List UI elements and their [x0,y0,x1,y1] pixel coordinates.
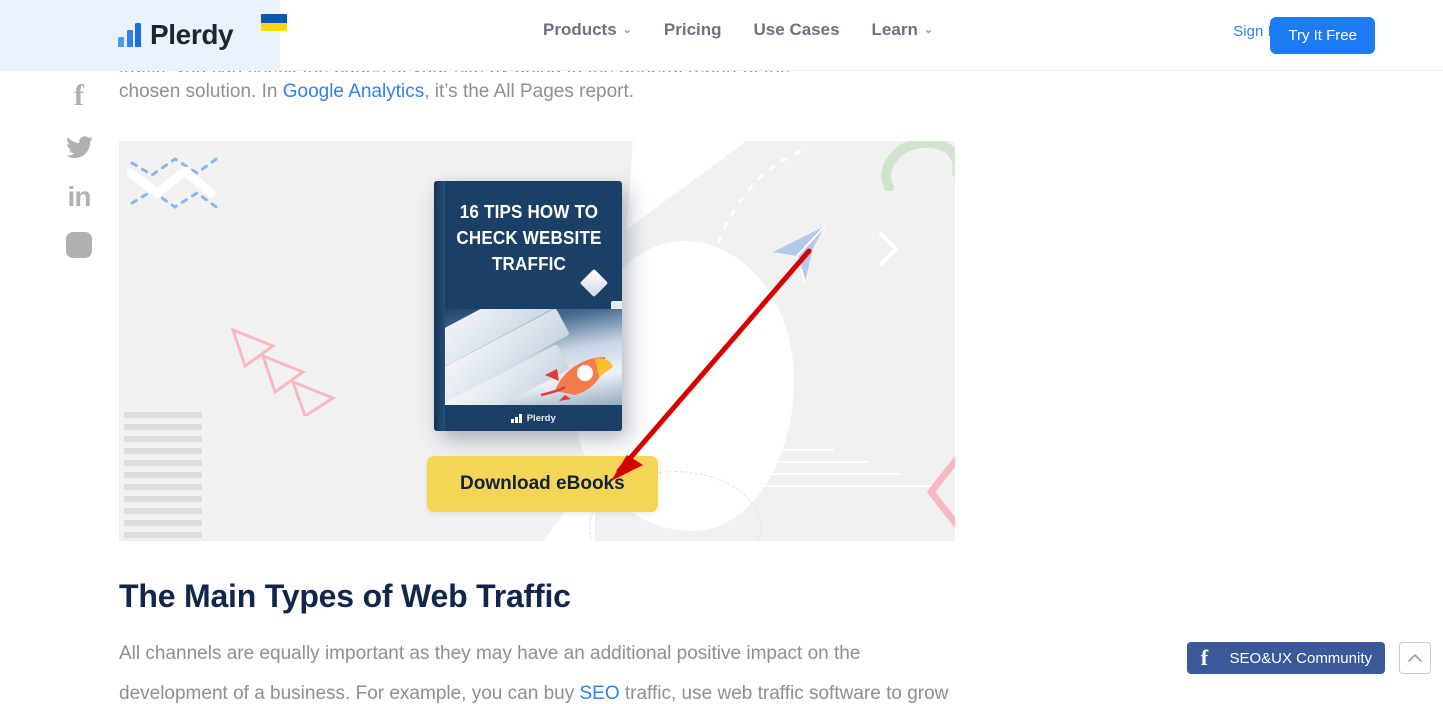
nav-item-use-cases[interactable]: Use Cases [754,20,840,40]
download-ebooks-button[interactable]: Download eBooks [427,456,658,512]
nav-label: Use Cases [753,20,840,39]
facebook-community-widget[interactable]: f SEO&UX Community [1187,642,1385,674]
twitter-icon[interactable] [65,132,93,162]
nav-item-products[interactable]: Products ⌄ [543,20,632,40]
ebook-spine [434,181,445,431]
carousel-next-icon[interactable] [875,229,901,269]
nav-label: Products [543,20,617,39]
chevron-down-icon: ⌄ [923,23,934,36]
ebook-cover[interactable]: 16 TIPS HOW TO CHECK WEBSITE TRAFFIC Ple… [434,181,622,431]
section-paragraph: All channels are equally important as th… [119,634,959,704]
scroll-to-top-button[interactable] [1399,642,1431,674]
ebook-footer-logo: Plerdy [445,405,622,431]
rocket-icon [540,357,613,401]
nav-item-pricing[interactable]: Pricing [664,20,722,40]
try-it-free-button[interactable]: Try It Free [1270,17,1375,54]
plerdy-bars-icon [511,413,522,423]
article-lead-paragraph: chosen solution. In Google Analytics, it… [119,75,955,108]
facebook-community-label[interactable]: SEO&UX Community [1221,642,1385,674]
seo-link[interactable]: SEO [579,683,619,704]
main-nav: Products ⌄ Pricing Use Cases Learn ⌄ [543,20,933,40]
facebook-icon[interactable]: f [74,79,84,112]
white-chevron-decoration [127,167,216,198]
plerdy-bars-icon [118,23,141,47]
ebook-promo-banner[interactable]: 16 TIPS HOW TO CHECK WEBSITE TRAFFIC Ple… [119,141,955,541]
ebook-keyboard-photo [445,309,622,407]
grey-lines-decoration [124,412,202,541]
chevron-down-icon: ⌄ [622,23,632,36]
ukraine-flag-icon [261,14,287,31]
lead-post: , it’s the All Pages report. [424,81,635,102]
google-analytics-link[interactable]: Google Analytics [283,81,425,102]
lead-paragraph: chosen solution. In Google Analytics, it… [119,75,955,108]
ebook-logo-label: Plerdy [526,412,556,424]
green-shape-decoration [881,141,955,191]
linkedin-icon[interactable]: in [68,181,92,212]
digg-icon[interactable]: digg [66,232,92,258]
facebook-icon[interactable]: f [1187,642,1222,674]
chevron-up-icon [1408,654,1422,662]
lead-pre: chosen solution. In [119,81,283,102]
pink-chevron-decoration [927,456,955,528]
site-header: Plerdy Products ⌄ Pricing Use Cases Lear… [0,0,1443,71]
nav-label: Pricing [663,20,722,39]
plerdy-logo[interactable]: Plerdy [118,14,234,56]
pink-triangles-decoration [230,327,337,416]
nav-item-learn[interactable]: Learn ⌄ [872,20,934,40]
brand-name: Plerdy [150,19,234,50]
blue-arrow-decoration [773,225,826,283]
social-share-rail: f in digg [62,79,96,258]
page-root: Plerdy Products ⌄ Pricing Use Cases Lear… [0,0,1443,704]
ebook-title: 16 TIPS HOW TO CHECK WEBSITE TRAFFIC [456,201,602,274]
nav-label: Learn [871,20,918,39]
page-title: The Main Types of Web Traffic [119,578,571,614]
